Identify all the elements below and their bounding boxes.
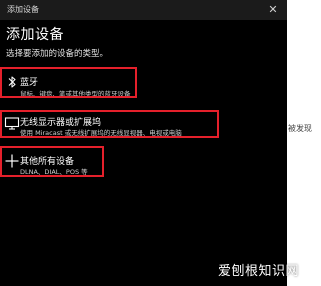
highlight-box-wireless-display bbox=[0, 110, 219, 138]
highlight-box-bluetooth bbox=[0, 67, 137, 98]
highlight-box-everything-else bbox=[0, 146, 104, 177]
page-title: 添加设备 bbox=[6, 27, 64, 43]
background-text: 被发现 bbox=[288, 124, 312, 133]
watermark: 爱刨根知识网 bbox=[218, 264, 300, 279]
close-icon[interactable]: ✕ bbox=[264, 1, 282, 19]
instruction-text: 选择要添加的设备的类型。 bbox=[6, 49, 109, 59]
window-title: 添加设备 bbox=[7, 5, 39, 14]
add-device-dialog: 添加设备 ✕ 添加设备 选择要添加的设备的类型。 蓝牙 鼠标、键盘、笔或其他类型… bbox=[0, 0, 287, 286]
title-bar: 添加设备 ✕ bbox=[0, 0, 287, 20]
